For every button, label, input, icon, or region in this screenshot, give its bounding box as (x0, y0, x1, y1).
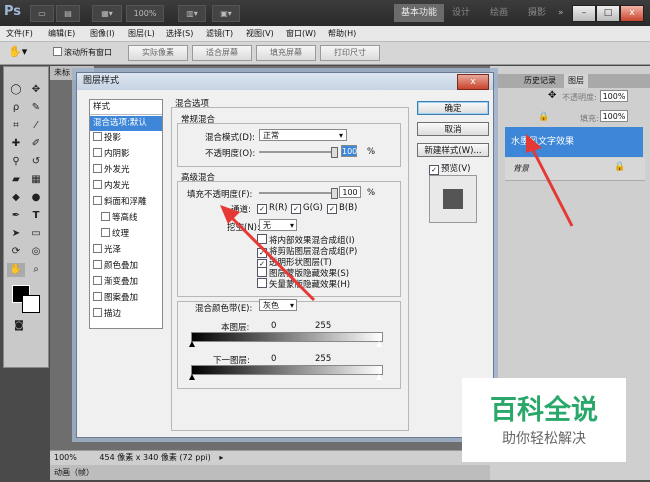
arrow-to-fill-opacity (220, 205, 316, 302)
watermark-subtitle: 助你轻松解决 (502, 431, 586, 447)
arrow-to-layer (526, 134, 574, 227)
watermark: 百科全说 助你轻松解决 (462, 378, 626, 462)
watermark-title: 百科全说 (490, 395, 598, 426)
